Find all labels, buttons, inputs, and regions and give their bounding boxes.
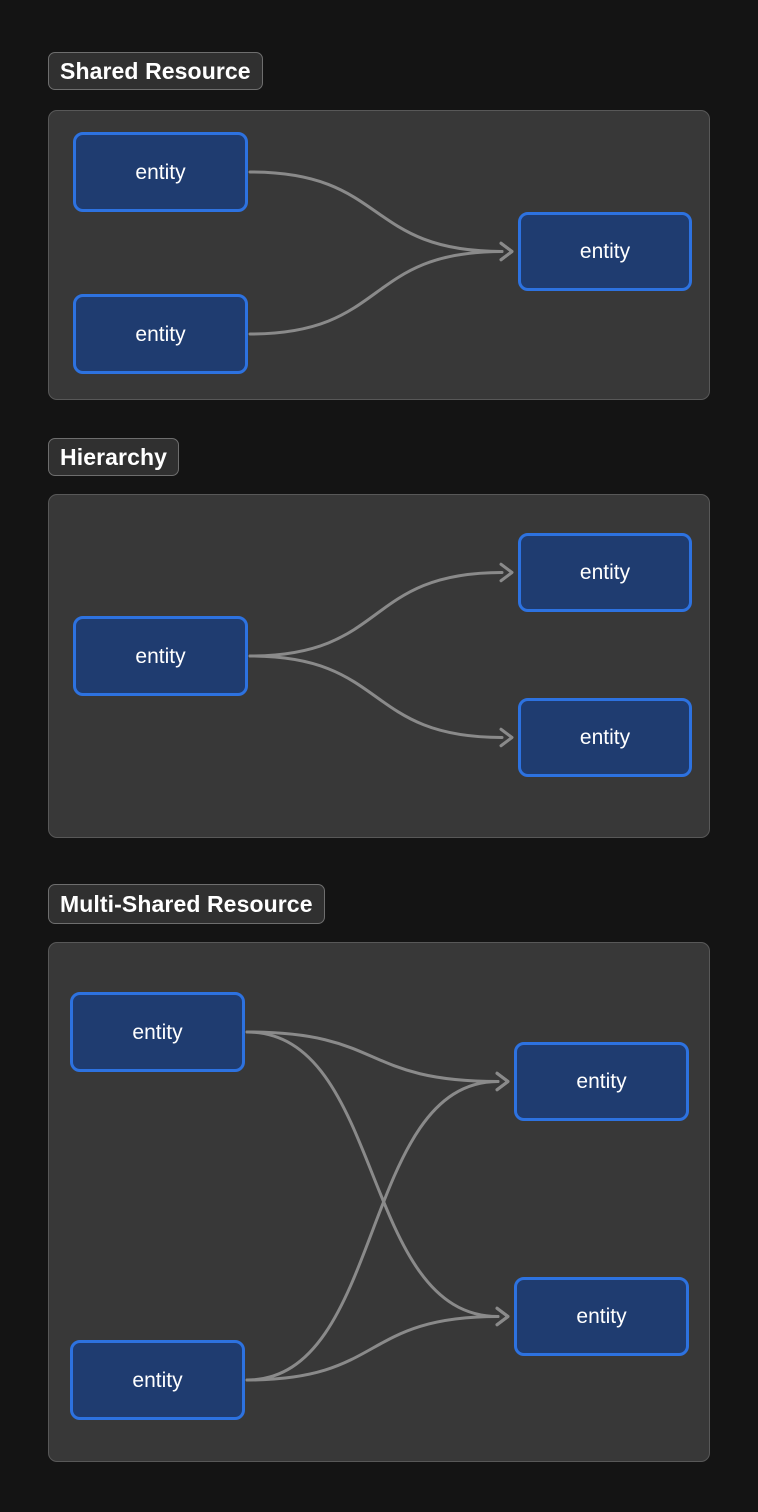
entity-node[interactable]: entity bbox=[518, 533, 692, 612]
diagram-canvas: Shared Resource entity entity entity Hierarc… bbox=[0, 0, 758, 1512]
entity-node[interactable]: entity bbox=[73, 294, 248, 374]
entity-node[interactable]: entity bbox=[514, 1277, 689, 1356]
entity-node[interactable]: entity bbox=[70, 992, 245, 1072]
group-label-shared-resource: Shared Resource bbox=[48, 52, 263, 90]
entity-node[interactable]: entity bbox=[73, 616, 248, 696]
entity-node[interactable]: entity bbox=[70, 1340, 245, 1420]
entity-node[interactable]: entity bbox=[518, 212, 692, 291]
group-label-hierarchy: Hierarchy bbox=[48, 438, 180, 476]
group-label-multi-shared-resource: Multi-Shared Resource bbox=[48, 884, 325, 924]
entity-node[interactable]: entity bbox=[514, 1042, 689, 1121]
entity-node[interactable]: entity bbox=[73, 132, 248, 212]
entity-node[interactable]: entity bbox=[518, 698, 692, 777]
